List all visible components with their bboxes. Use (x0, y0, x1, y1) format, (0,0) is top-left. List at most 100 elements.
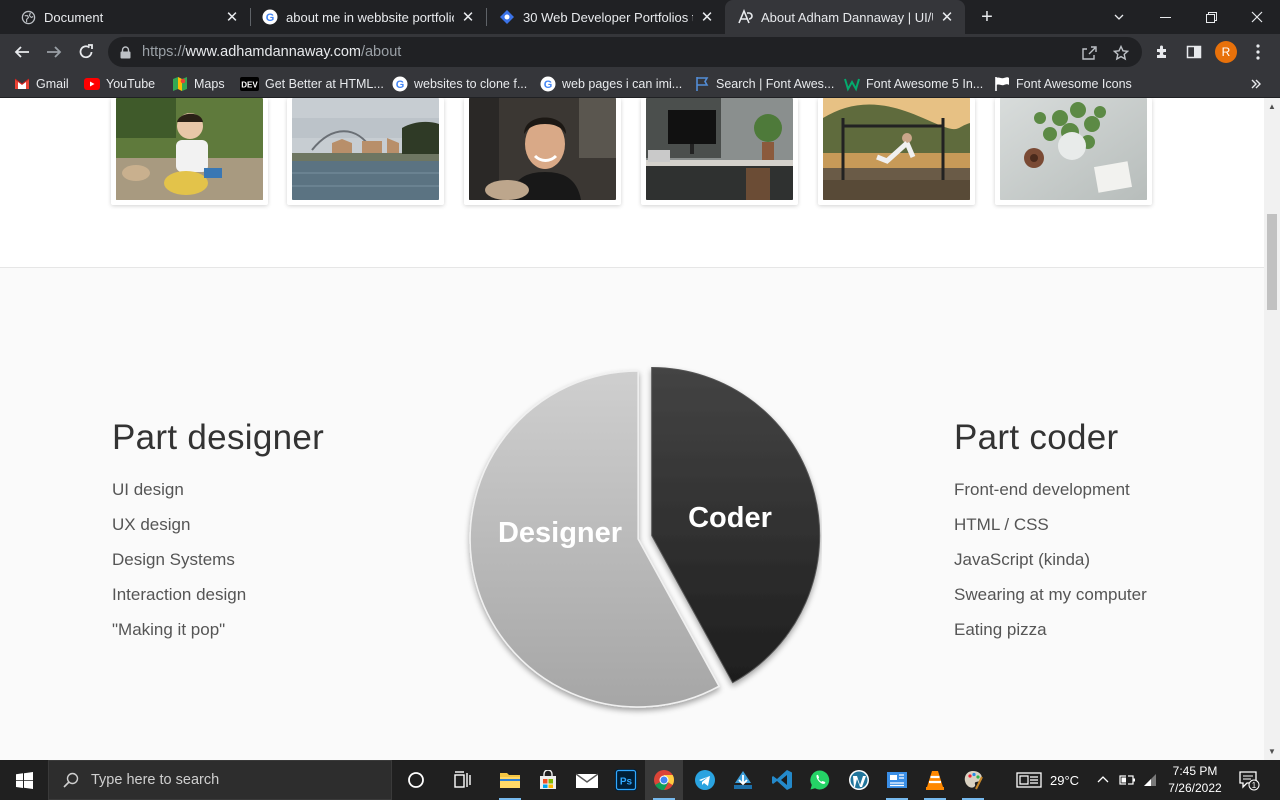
svg-text:G: G (396, 79, 405, 91)
file-explorer-icon[interactable] (491, 760, 529, 800)
minimize-button[interactable] (1142, 0, 1188, 34)
task-view-icon[interactable] (444, 760, 482, 800)
photo-outdoor-gym (823, 98, 970, 200)
photo-card[interactable] (111, 98, 268, 205)
url-host: www.adhamdannaway.com (185, 44, 361, 60)
designer-skill: UX design (112, 515, 191, 534)
designer-coder-pie: Designer Coder (469, 367, 821, 708)
photo-card[interactable] (464, 98, 621, 205)
reload-button[interactable] (72, 38, 100, 66)
photo-card[interactable] (995, 98, 1152, 205)
profile-avatar[interactable]: R (1215, 41, 1237, 63)
photo-gallery (0, 98, 1264, 268)
start-button[interactable] (0, 760, 48, 800)
back-button[interactable] (8, 38, 36, 66)
coder-skill-list: Front-end development HTML / CSS JavaScr… (954, 480, 1147, 655)
bookmark-youtube[interactable]: YouTube (84, 75, 155, 93)
page-scrollbar[interactable]: ▲ ▼ (1264, 98, 1280, 760)
bookmark-font-awesome-5[interactable]: Font Awesome 5 In... (844, 75, 983, 93)
close-tab-icon[interactable]: ✕ (460, 9, 476, 26)
scroll-up-arrow-icon[interactable]: ▲ (1268, 102, 1276, 111)
tab-about-adham[interactable]: About Adham Dannaway | UI/UX ✕ (725, 0, 965, 34)
mail-icon[interactable] (568, 760, 606, 800)
adham-logo-icon (737, 9, 753, 25)
photo-portrait-smiling (469, 98, 616, 200)
microsoft-store-icon[interactable] (529, 760, 567, 800)
chrome-icon[interactable] (645, 760, 683, 800)
font-awesome-flag-icon (694, 76, 710, 92)
pie-label-coder: Coder (688, 502, 772, 534)
designer-skill: Design Systems (112, 550, 235, 569)
svg-text:DEV: DEV (241, 81, 258, 90)
news-app-icon[interactable] (878, 760, 916, 800)
youtube-icon (84, 76, 100, 92)
side-panel-icon[interactable] (1184, 42, 1204, 62)
new-tab-button[interactable]: + (976, 6, 998, 28)
bookmark-websites-to-clone[interactable]: G websites to clone f... (392, 75, 527, 93)
bookmark-dev[interactable]: DEV Get Better at HTML... (240, 75, 384, 93)
bookmark-label: Maps (194, 77, 225, 91)
photoshop-icon[interactable]: Ps (607, 760, 645, 800)
bookmark-gmail[interactable]: Gmail (14, 75, 69, 93)
extensions-icon[interactable] (1152, 42, 1172, 62)
wifi-icon[interactable] (1143, 760, 1159, 800)
close-window-button[interactable] (1234, 0, 1280, 34)
taskbar-search-box[interactable]: Type here to search (48, 760, 392, 800)
forward-button[interactable] (40, 38, 68, 66)
close-tab-icon[interactable]: ✕ (699, 9, 715, 26)
hubspot-icon (499, 9, 515, 25)
dev-icon: DEV (240, 76, 259, 92)
cortana-icon[interactable] (397, 760, 435, 800)
telegram-icon[interactable] (686, 760, 724, 800)
vlc-icon[interactable] (916, 760, 954, 800)
designer-coder-section: Part designer UI design UX design Design… (0, 268, 1264, 760)
whatsapp-icon[interactable] (801, 760, 839, 800)
bookmark-web-pages[interactable]: G web pages i can imi... (540, 75, 682, 93)
photo-card[interactable] (641, 98, 798, 205)
lock-icon[interactable] (120, 45, 134, 59)
bookmark-font-awesome-search[interactable]: Search | Font Awes... (694, 75, 834, 93)
paint-icon[interactable] (954, 760, 992, 800)
coder-heading: Part coder (954, 418, 1119, 457)
bookmark-maps[interactable]: Maps (172, 75, 225, 93)
battery-icon[interactable] (1119, 760, 1137, 800)
system-clock[interactable]: 7:45 PM 7/26/2022 (1160, 763, 1230, 797)
designer-skill: UI design (112, 480, 184, 499)
terminal-download-icon[interactable] (724, 760, 762, 800)
photo-card[interactable] (287, 98, 444, 205)
bookmark-label: Font Awesome 5 In... (866, 77, 984, 91)
tab-document[interactable]: Document ✕ (8, 0, 250, 34)
designer-heading: Part designer (112, 418, 325, 457)
more-menu-icon[interactable] (1248, 42, 1268, 62)
coder-skill: Swearing at my computer (954, 585, 1147, 604)
wordpress-icon[interactable] (840, 760, 878, 800)
address-bar[interactable]: https://www.adhamdannaway.com/about (108, 37, 1142, 67)
scroll-down-arrow-icon[interactable]: ▼ (1268, 747, 1276, 756)
scroll-thumb[interactable] (1267, 214, 1277, 310)
restore-button[interactable] (1188, 0, 1234, 34)
maps-icon (172, 76, 188, 92)
tab-about-me-search[interactable]: G about me in webbsite portfolio ic ✕ (250, 0, 486, 34)
vscode-icon[interactable] (763, 760, 801, 800)
bookmark-font-awesome-icons[interactable]: Font Awesome Icons (994, 75, 1132, 93)
bookmark-label: YouTube (106, 77, 156, 91)
tab-web-dev-portfolios[interactable]: 30 Web Developer Portfolios to I ✕ (487, 0, 725, 34)
coder-skill: HTML / CSS (954, 515, 1049, 534)
bookmark-label: Search | Font Awes... (716, 77, 835, 91)
bookmark-star-icon[interactable] (1112, 44, 1130, 62)
share-icon[interactable] (1080, 44, 1098, 62)
google-icon: G (392, 76, 408, 92)
photo-card[interactable] (818, 98, 975, 205)
bookmarks-bar: Gmail YouTube Maps DEV Get Better at HTM… (0, 70, 1280, 98)
close-tab-icon[interactable]: ✕ (224, 9, 240, 26)
pie-label-designer: Designer (498, 517, 622, 549)
tab-search-chevron-icon[interactable] (1096, 0, 1142, 34)
weather-widget[interactable]: 29°C (1016, 760, 1079, 800)
weather-news-icon (1016, 772, 1042, 788)
coder-skill: JavaScript (kinda) (954, 550, 1091, 569)
bookmarks-overflow-icon[interactable] (1250, 75, 1262, 93)
notification-center-icon[interactable]: 1 (1238, 760, 1260, 800)
tab-title: 30 Web Developer Portfolios to I (523, 9, 693, 25)
close-tab-icon[interactable]: ✕ (939, 9, 955, 26)
tray-overflow-chevron-icon[interactable] (1097, 760, 1109, 800)
